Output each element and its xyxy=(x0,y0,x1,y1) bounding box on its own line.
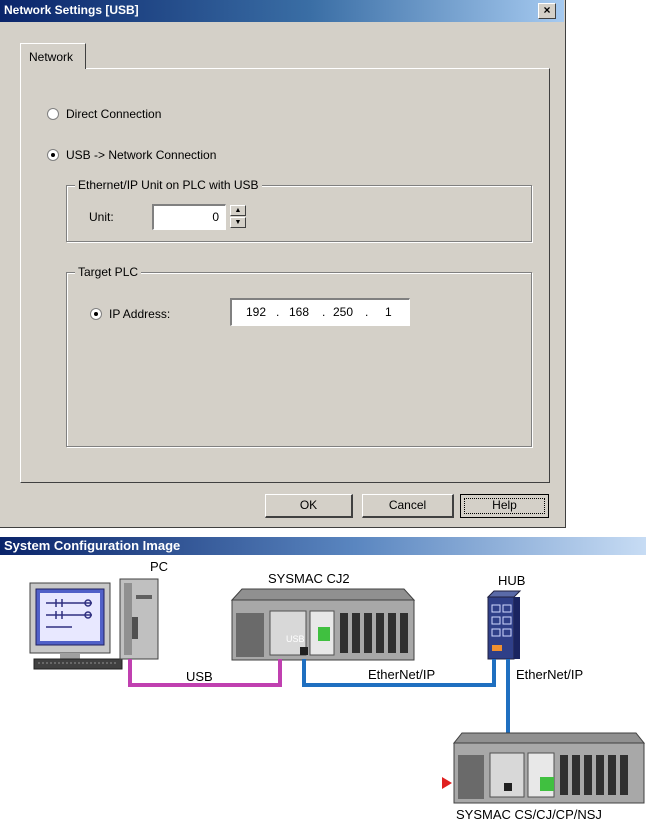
unit-label: Unit: xyxy=(89,210,114,224)
unit-spin-down-button[interactable]: ▼ xyxy=(230,217,246,228)
usb-link-label: USB xyxy=(186,669,213,684)
ip-separator-3: . xyxy=(365,305,369,319)
close-icon: × xyxy=(543,3,551,17)
ethernet-link-label-2: EtherNet/IP xyxy=(516,667,584,682)
plc-target-icon xyxy=(452,732,646,804)
ok-button-label: OK xyxy=(299,498,318,512)
ip-separator-2: . xyxy=(322,305,326,319)
hub-label: HUB xyxy=(498,573,526,588)
ip-octet-3: 250 xyxy=(333,305,354,319)
ip-address-label: IP Address: xyxy=(109,307,171,321)
direct-connection-radio[interactable] xyxy=(47,108,59,120)
close-button[interactable]: × xyxy=(538,3,556,19)
pc-tower-icon xyxy=(119,578,159,660)
monitor-icon xyxy=(29,582,123,670)
tab-network-label: Network xyxy=(29,50,74,64)
system-config-title: System Configuration Image xyxy=(4,538,181,553)
ip-address-radio[interactable] xyxy=(90,308,102,320)
unit-spin-up-button[interactable]: ▲ xyxy=(230,205,246,216)
hub-icon xyxy=(486,590,522,660)
network-settings-dialog: Network Settings [USB] × Network Direct … xyxy=(0,0,566,528)
unit-value: 0 xyxy=(212,210,219,224)
ip-separator-1: . xyxy=(276,305,280,319)
help-button[interactable]: Help xyxy=(460,494,549,518)
chevron-up-icon: ▲ xyxy=(234,207,242,214)
system-config-diagram xyxy=(29,578,646,804)
cancel-button[interactable]: Cancel xyxy=(362,494,454,518)
cancel-button-label: Cancel xyxy=(388,498,427,512)
help-button-label: Help xyxy=(492,498,517,512)
target-plc-label: SYSMAC CS/CJ/CP/NSJ xyxy=(456,807,602,822)
ip-octet-4: 1 xyxy=(385,305,392,319)
system-config-titlebar: System Configuration Image xyxy=(0,537,646,555)
dialog-title: Network Settings [USB] xyxy=(4,3,139,17)
ok-button[interactable]: OK xyxy=(265,494,353,518)
tab-network[interactable]: Network xyxy=(20,43,86,69)
ip-address-input[interactable]: 192 . 168 . 250 . 1 xyxy=(230,298,410,326)
plc-cj2-label: SYSMAC CJ2 xyxy=(268,571,350,586)
plc-cj2-icon xyxy=(230,588,416,661)
chevron-down-icon: ▼ xyxy=(234,219,242,226)
selection-marker-icon xyxy=(442,777,452,789)
dialog-titlebar[interactable]: Network Settings [USB] × xyxy=(0,0,564,22)
ethernet-link-label-1: EtherNet/IP xyxy=(368,667,436,682)
target-plc-group-title: Target PLC xyxy=(75,265,142,279)
usb-port-label: USB xyxy=(286,634,305,644)
ethernet-unit-group-title: Ethernet/IP Unit on PLC with USB xyxy=(75,178,262,192)
ip-octet-1: 192 xyxy=(246,305,267,319)
pc-label: PC xyxy=(150,559,169,574)
direct-connection-label: Direct Connection xyxy=(66,107,162,121)
usb-network-connection-label: USB -> Network Connection xyxy=(66,148,217,162)
ethernet-unit-group: Ethernet/IP Unit on PLC with USB xyxy=(66,178,532,242)
usb-network-connection-radio[interactable] xyxy=(47,149,59,161)
ip-octet-2: 168 xyxy=(289,305,310,319)
unit-input[interactable]: 0 xyxy=(152,204,226,230)
system-config-panel: PC SYSMAC CJ2 HUB USB USB EtherNet/IP Et… xyxy=(0,555,646,825)
